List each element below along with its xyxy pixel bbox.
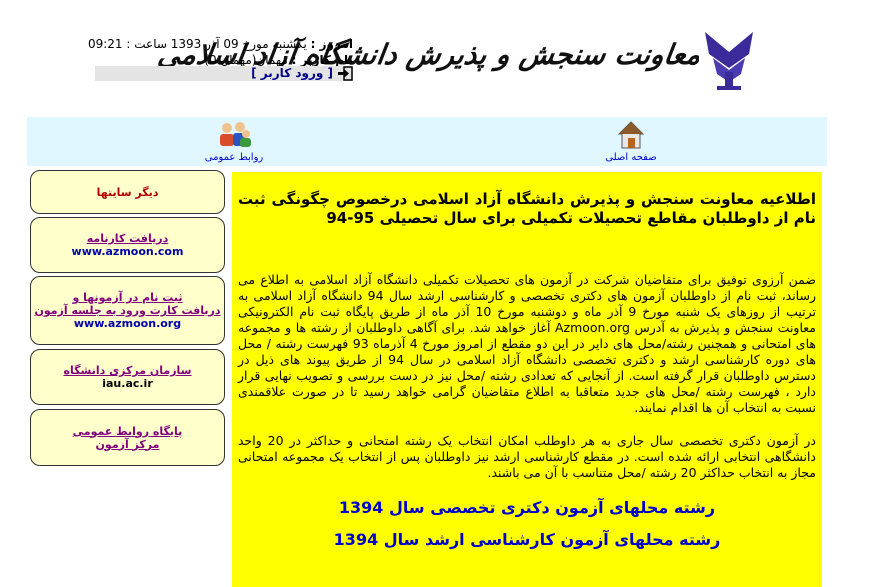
other-sites-label: دیگر سایتها	[96, 185, 159, 199]
central-org-link[interactable]: سازمان مرکزی دانشگاه	[63, 364, 191, 377]
login-bar: [ ورود کاربر ]	[95, 66, 353, 81]
central-org-url[interactable]: iau.ac.ir	[102, 377, 153, 390]
phd-fields-link[interactable]: رشته محلهای آزمون دکتری تخصصی سال 1394	[238, 498, 816, 518]
registration-url[interactable]: www.azmoon.org	[74, 317, 181, 330]
announcement-title: اطلاعیه معاونت سنجش و پذیرش دانشگاه آزاد…	[238, 190, 816, 227]
sidebar-other-sites-header: دیگر سایتها	[30, 170, 225, 214]
masters-fields-link[interactable]: رشته محلهای آزمون کارشناسی ارشد سال 1394	[238, 530, 816, 550]
nav-bar: صفحه اصلی روابط عمومی	[27, 117, 827, 166]
today-row: امروز : یکشنبه مورخ 09 آذر 1393 ساعت : 0…	[88, 36, 353, 52]
today-value: یکشنبه مورخ 09 آذر 1393 ساعت : 09:21	[87, 37, 307, 51]
registration-link-line2[interactable]: دریافت کارت ورود به جلسه آزمون	[34, 304, 220, 317]
sidebar-box-registration[interactable]: ثبت نام در آزمونها و دریافت کارت ورود به…	[30, 276, 225, 345]
announcement-paragraph-2: در آزمون دکتری تخصصی سال جاری به هر داوط…	[238, 433, 816, 480]
pr-link-line2[interactable]: مرکز آزمون	[96, 438, 160, 451]
sidebar-box-central-org[interactable]: سازمان مرکزی دانشگاه iau.ac.ir	[30, 349, 225, 405]
nav-item-home[interactable]: صفحه اصلی	[591, 120, 671, 163]
pr-link-line1[interactable]: پایگاه روابط عمومی	[73, 425, 183, 438]
today-label: امروز :	[310, 37, 353, 51]
login-arrow-icon[interactable]	[337, 66, 353, 81]
login-link[interactable]: [ ورود کاربر ]	[251, 66, 333, 80]
sidebar-box-report-card[interactable]: دریافت کارنامه www.azmoon.com	[30, 217, 225, 273]
header-banner: معاونت سنجش و پذیرش دانشگاه آزاد اسلامی	[156, 22, 759, 100]
sidebar-box-public-relations[interactable]: پایگاه روابط عمومی مرکز آزمون	[30, 409, 225, 466]
nav-item-public-relations[interactable]: روابط عمومی	[194, 120, 274, 163]
report-card-url[interactable]: www.azmoon.com	[72, 245, 184, 258]
username-value: مهمان(مهمان 0)	[204, 53, 288, 67]
people-icon	[220, 122, 251, 147]
university-emblem-icon	[699, 24, 759, 94]
user-info-panel: امروز : یکشنبه مورخ 09 آذر 1393 ساعت : 0…	[88, 36, 353, 81]
registration-link-line1[interactable]: ثبت نام در آزمونها و	[72, 291, 182, 304]
nav-item-home-label: صفحه اصلی	[605, 152, 657, 163]
main-announcement: اطلاعیه معاونت سنجش و پذیرش دانشگاه آزاد…	[232, 172, 822, 587]
username-label: نام کاربر :	[291, 53, 353, 67]
announcement-paragraph-1: ضمن آرزوی توفیق برای متقاضیان شرکت در آز…	[238, 272, 816, 415]
report-card-link[interactable]: دریافت کارنامه	[87, 232, 169, 245]
home-icon	[617, 121, 645, 149]
nav-item-public-relations-label: روابط عمومی	[204, 152, 264, 163]
